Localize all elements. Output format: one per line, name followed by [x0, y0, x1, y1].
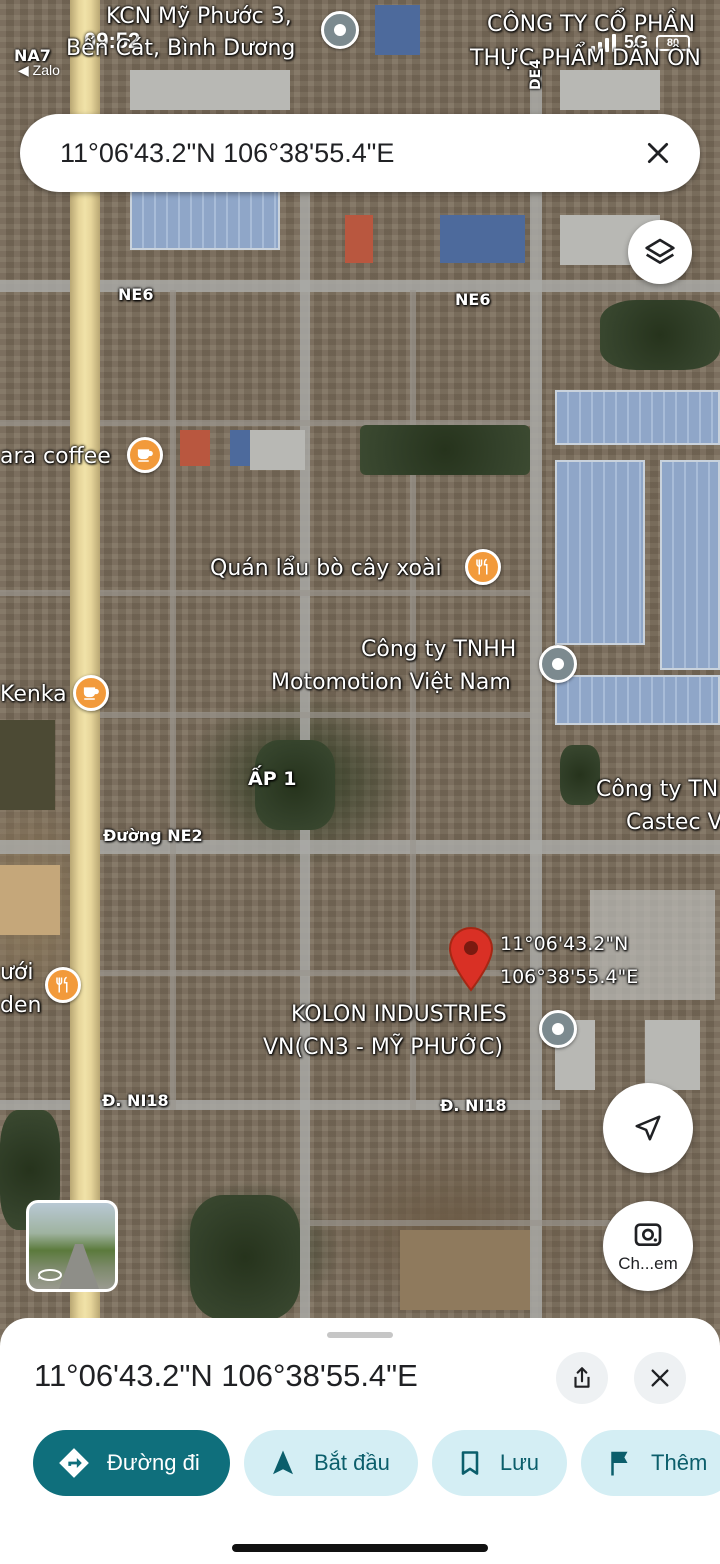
- layers-icon: [645, 238, 675, 264]
- poi-label-den[interactable]: den: [0, 989, 41, 1022]
- factory-roof: [440, 215, 525, 263]
- share-icon: [574, 1367, 590, 1388]
- warehouse-roof: [555, 675, 720, 725]
- poi-label-thuc-pham[interactable]: THỰC PHẨM DÂN ÔN: [470, 42, 701, 75]
- road-ne6: [0, 280, 720, 292]
- road-minor: [100, 712, 530, 718]
- warehouse-roof: [555, 460, 645, 645]
- layers-button[interactable]: [628, 220, 692, 284]
- navigation-arrow-icon: [273, 1450, 293, 1475]
- action-chip-row: Đường đi Bắt đầu Lưu Thêm: [33, 1430, 720, 1496]
- close-icon: [651, 1369, 669, 1387]
- factory-roof: [560, 70, 660, 110]
- tree-patch: [560, 745, 600, 805]
- road-vertical-east: [530, 70, 542, 1340]
- street-view-thumbnail[interactable]: [26, 1200, 118, 1292]
- poi-label-motomotion-1[interactable]: Công ty TNHH: [361, 633, 516, 666]
- place-bottom-sheet[interactable]: 11°06'43.2"N 106°38'55.4"E Đường đi Bắt …: [0, 1318, 720, 1564]
- road-label-ni18-right: Đ. NI18: [440, 1096, 507, 1115]
- sand-plot: [0, 720, 55, 810]
- dropped-pin-lng: 106°38'55.4"E: [500, 966, 639, 988]
- road-minor: [410, 290, 416, 1110]
- road-minor: [310, 1220, 610, 1226]
- warehouse-roof: [555, 390, 720, 445]
- factory-roof: [130, 190, 280, 250]
- restaurant-icon[interactable]: [465, 549, 501, 585]
- poi-label-kcn[interactable]: KCN Mỹ Phước 3,: [106, 0, 292, 33]
- road-minor: [100, 590, 530, 596]
- factory-roof: [345, 215, 373, 263]
- place-title: 11°06'43.2"N 106°38'55.4"E: [34, 1358, 418, 1393]
- more-label: Thêm: [651, 1450, 708, 1475]
- poi-label-cong-ty[interactable]: CÔNG TY CỔ PHẦN: [487, 8, 695, 41]
- sand-plot: [400, 1230, 530, 1310]
- road-label-ni18-left: Đ. NI18: [102, 1091, 169, 1110]
- directions-icon: [59, 1448, 89, 1478]
- close-icon[interactable]: [642, 137, 674, 169]
- poi-label-ara-coffee[interactable]: ara coffee: [0, 440, 111, 473]
- dropped-pin-lat: 11°06'43.2"N: [500, 933, 629, 955]
- home-indicator[interactable]: [232, 1544, 488, 1552]
- road-label-ne6-right: NE6: [455, 290, 491, 309]
- save-button[interactable]: Lưu: [431, 1430, 568, 1496]
- road-minor: [170, 290, 176, 1110]
- close-sheet-button[interactable]: [634, 1352, 686, 1404]
- highway-na7: [70, 0, 100, 1340]
- factory-roof: [130, 70, 290, 110]
- poi-label-castec-2[interactable]: Castec V: [626, 806, 720, 839]
- lens-label: Ch...em: [618, 1254, 678, 1273]
- dropped-pin-icon[interactable]: [448, 926, 494, 992]
- road-label-de4: DE4: [528, 59, 544, 90]
- restaurant-icon[interactable]: [45, 967, 81, 1003]
- poi-label-kenka[interactable]: Kenka: [0, 678, 67, 711]
- road-label-ne6-left: NE6: [118, 285, 154, 304]
- share-button[interactable]: [556, 1352, 608, 1404]
- poi-label-kcn-sub[interactable]: Bến Cát, Bình Dương: [66, 32, 295, 65]
- poi-label-quan-lau[interactable]: Quán lẩu bò cây xoài: [210, 552, 442, 585]
- flag-icon: [611, 1451, 628, 1476]
- tree-patch: [190, 1195, 300, 1320]
- building-roof: [250, 430, 305, 470]
- bookmark-icon: [461, 1451, 479, 1475]
- tree-patch: [360, 425, 530, 475]
- rotate-360-icon: [38, 1269, 62, 1281]
- road-label-na7: NA7: [14, 46, 51, 65]
- area-label-ap1: ẤP 1: [248, 768, 297, 790]
- poi-label-nuoi[interactable]: ưới: [0, 956, 34, 989]
- lens-button[interactable]: Ch...em: [603, 1201, 693, 1291]
- poi-marker-icon[interactable]: [321, 11, 359, 49]
- warehouse-roof: [645, 1020, 700, 1090]
- building-roof: [180, 430, 210, 466]
- camera-lens-icon: [634, 1223, 662, 1246]
- sheet-drag-handle[interactable]: [327, 1332, 393, 1338]
- road-minor: [0, 420, 70, 426]
- poi-marker-icon[interactable]: [539, 1010, 577, 1048]
- coffee-icon[interactable]: [127, 437, 163, 473]
- my-location-button[interactable]: [603, 1083, 693, 1173]
- start-button[interactable]: Bắt đầu: [244, 1430, 418, 1496]
- more-button[interactable]: Thêm: [581, 1430, 720, 1496]
- satellite-map[interactable]: 09:52 ◀ Zalo 5G 80 KCN Mỹ Phước 3, Bến C…: [0, 0, 720, 1340]
- start-label: Bắt đầu: [314, 1450, 390, 1475]
- poi-label-kolon-1[interactable]: KOLON INDUSTRIES: [291, 998, 507, 1031]
- warehouse-roof: [660, 460, 720, 670]
- directions-button[interactable]: Đường đi: [33, 1430, 230, 1496]
- directions-label: Đường đi: [107, 1450, 200, 1475]
- navigation-arrow-icon: [635, 1115, 661, 1141]
- coffee-icon[interactable]: [73, 675, 109, 711]
- poi-marker-icon[interactable]: [539, 645, 577, 683]
- road-minor: [0, 590, 70, 596]
- search-bar[interactable]: 11°06'43.2"N 106°38'55.4"E: [20, 114, 700, 192]
- road-label-ne2: Đường NE2: [103, 826, 203, 845]
- save-label: Lưu: [499, 1450, 540, 1475]
- sand-plot: [0, 865, 60, 935]
- search-query[interactable]: 11°06'43.2"N 106°38'55.4"E: [60, 138, 642, 169]
- poi-label-motomotion-2[interactable]: Motomotion Việt Nam: [271, 666, 511, 699]
- poi-label-castec-1[interactable]: Công ty TN: [596, 773, 718, 806]
- tree-patch: [600, 300, 720, 370]
- poi-label-kolon-2[interactable]: VN(CN3 - MỸ PHƯỚC): [263, 1031, 503, 1064]
- factory-roof: [375, 5, 420, 55]
